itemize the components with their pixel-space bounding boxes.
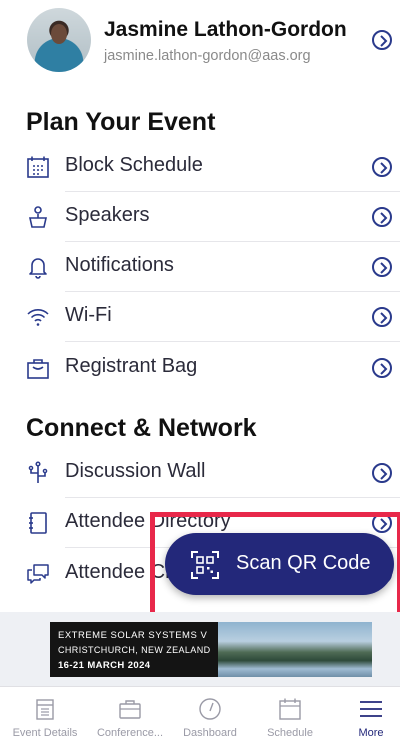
section-title-connect: Connect & Network bbox=[26, 414, 257, 442]
speaker-podium-icon bbox=[29, 206, 47, 228]
profile-name: Jasmine Lathon-Gordon bbox=[104, 18, 347, 41]
wifi-icon bbox=[27, 309, 49, 326]
tab-conference[interactable]: Conference... bbox=[90, 687, 170, 755]
briefcase-icon bbox=[119, 700, 141, 719]
tab-event-details[interactable]: Event Details bbox=[4, 687, 86, 755]
menu-item-label: Speakers bbox=[65, 204, 150, 226]
banner-line-2: CHRISTCHURCH, NEW ZEALAND bbox=[58, 645, 211, 655]
chevron-right-icon[interactable] bbox=[372, 30, 392, 50]
menu-item-label: Registrant Bag bbox=[65, 355, 198, 377]
banner-line-3: 16-21 MARCH 2024 bbox=[58, 660, 151, 671]
flow-icon bbox=[28, 461, 48, 483]
menu-item-wifi[interactable]: Wi-Fi bbox=[0, 292, 400, 342]
shopping-bag-icon bbox=[27, 359, 49, 379]
tab-label: Dashboard bbox=[183, 727, 237, 739]
scan-qr-button[interactable]: Scan QR Code bbox=[165, 533, 394, 595]
banner-landscape-image bbox=[218, 622, 372, 677]
chevron-right-icon bbox=[372, 157, 392, 177]
menu-icon bbox=[360, 701, 382, 717]
chevron-right-icon bbox=[372, 463, 392, 483]
avatar bbox=[27, 8, 91, 72]
calendar-grid-icon bbox=[27, 156, 49, 178]
menu-item-block-schedule[interactable]: Block Schedule bbox=[0, 142, 400, 192]
chevron-right-icon bbox=[372, 257, 392, 277]
profile-header[interactable]: Jasmine Lathon-Gordon jasmine.lathon-gor… bbox=[0, 0, 400, 86]
tab-label: Event Details bbox=[12, 727, 78, 739]
scan-qr-label: Scan QR Code bbox=[236, 552, 371, 574]
qr-code-icon bbox=[191, 551, 219, 579]
menu-item-label: Notifications bbox=[65, 254, 174, 276]
tab-schedule[interactable]: Schedule bbox=[252, 687, 328, 755]
tab-label: More bbox=[358, 727, 384, 739]
bell-icon bbox=[29, 258, 47, 279]
chat-icon bbox=[27, 564, 49, 584]
menu-item-label: Discussion Wall bbox=[65, 460, 206, 482]
chevron-right-icon bbox=[372, 358, 392, 378]
menu-item-label: Wi-Fi bbox=[65, 304, 112, 326]
tab-label: Conference... bbox=[96, 727, 164, 739]
calendar-icon bbox=[279, 698, 301, 720]
menu-item-speakers[interactable]: Speakers bbox=[0, 192, 400, 242]
banner-line-1: EXTREME SOLAR SYSTEMS V bbox=[58, 630, 208, 641]
profile-email: jasmine.lathon-gordon@aas.org bbox=[104, 48, 311, 64]
tab-dashboard[interactable]: Dashboard bbox=[172, 687, 248, 755]
address-book-icon bbox=[29, 512, 47, 534]
event-banner[interactable]: EXTREME SOLAR SYSTEMS V CHRISTCHURCH, NE… bbox=[50, 622, 372, 677]
tab-label: Schedule bbox=[267, 727, 313, 739]
sponsor-banner-area: EXTREME SOLAR SYSTEMS V CHRISTCHURCH, NE… bbox=[0, 612, 400, 686]
section-title-plan: Plan Your Event bbox=[26, 108, 216, 136]
chevron-right-icon bbox=[372, 307, 392, 327]
chevron-right-icon bbox=[372, 207, 392, 227]
menu-item-notifications[interactable]: Notifications bbox=[0, 242, 400, 292]
menu-item-registrant-bag[interactable]: Registrant Bag bbox=[0, 343, 400, 393]
tab-more[interactable]: More bbox=[336, 687, 400, 755]
gauge-icon bbox=[199, 698, 221, 720]
menu-item-discussion-wall[interactable]: Discussion Wall bbox=[0, 448, 400, 498]
bottom-tab-bar: Event Details Conference... Dashboard Sc… bbox=[0, 686, 400, 755]
menu-item-label: Block Schedule bbox=[65, 154, 203, 176]
document-icon bbox=[36, 699, 54, 720]
